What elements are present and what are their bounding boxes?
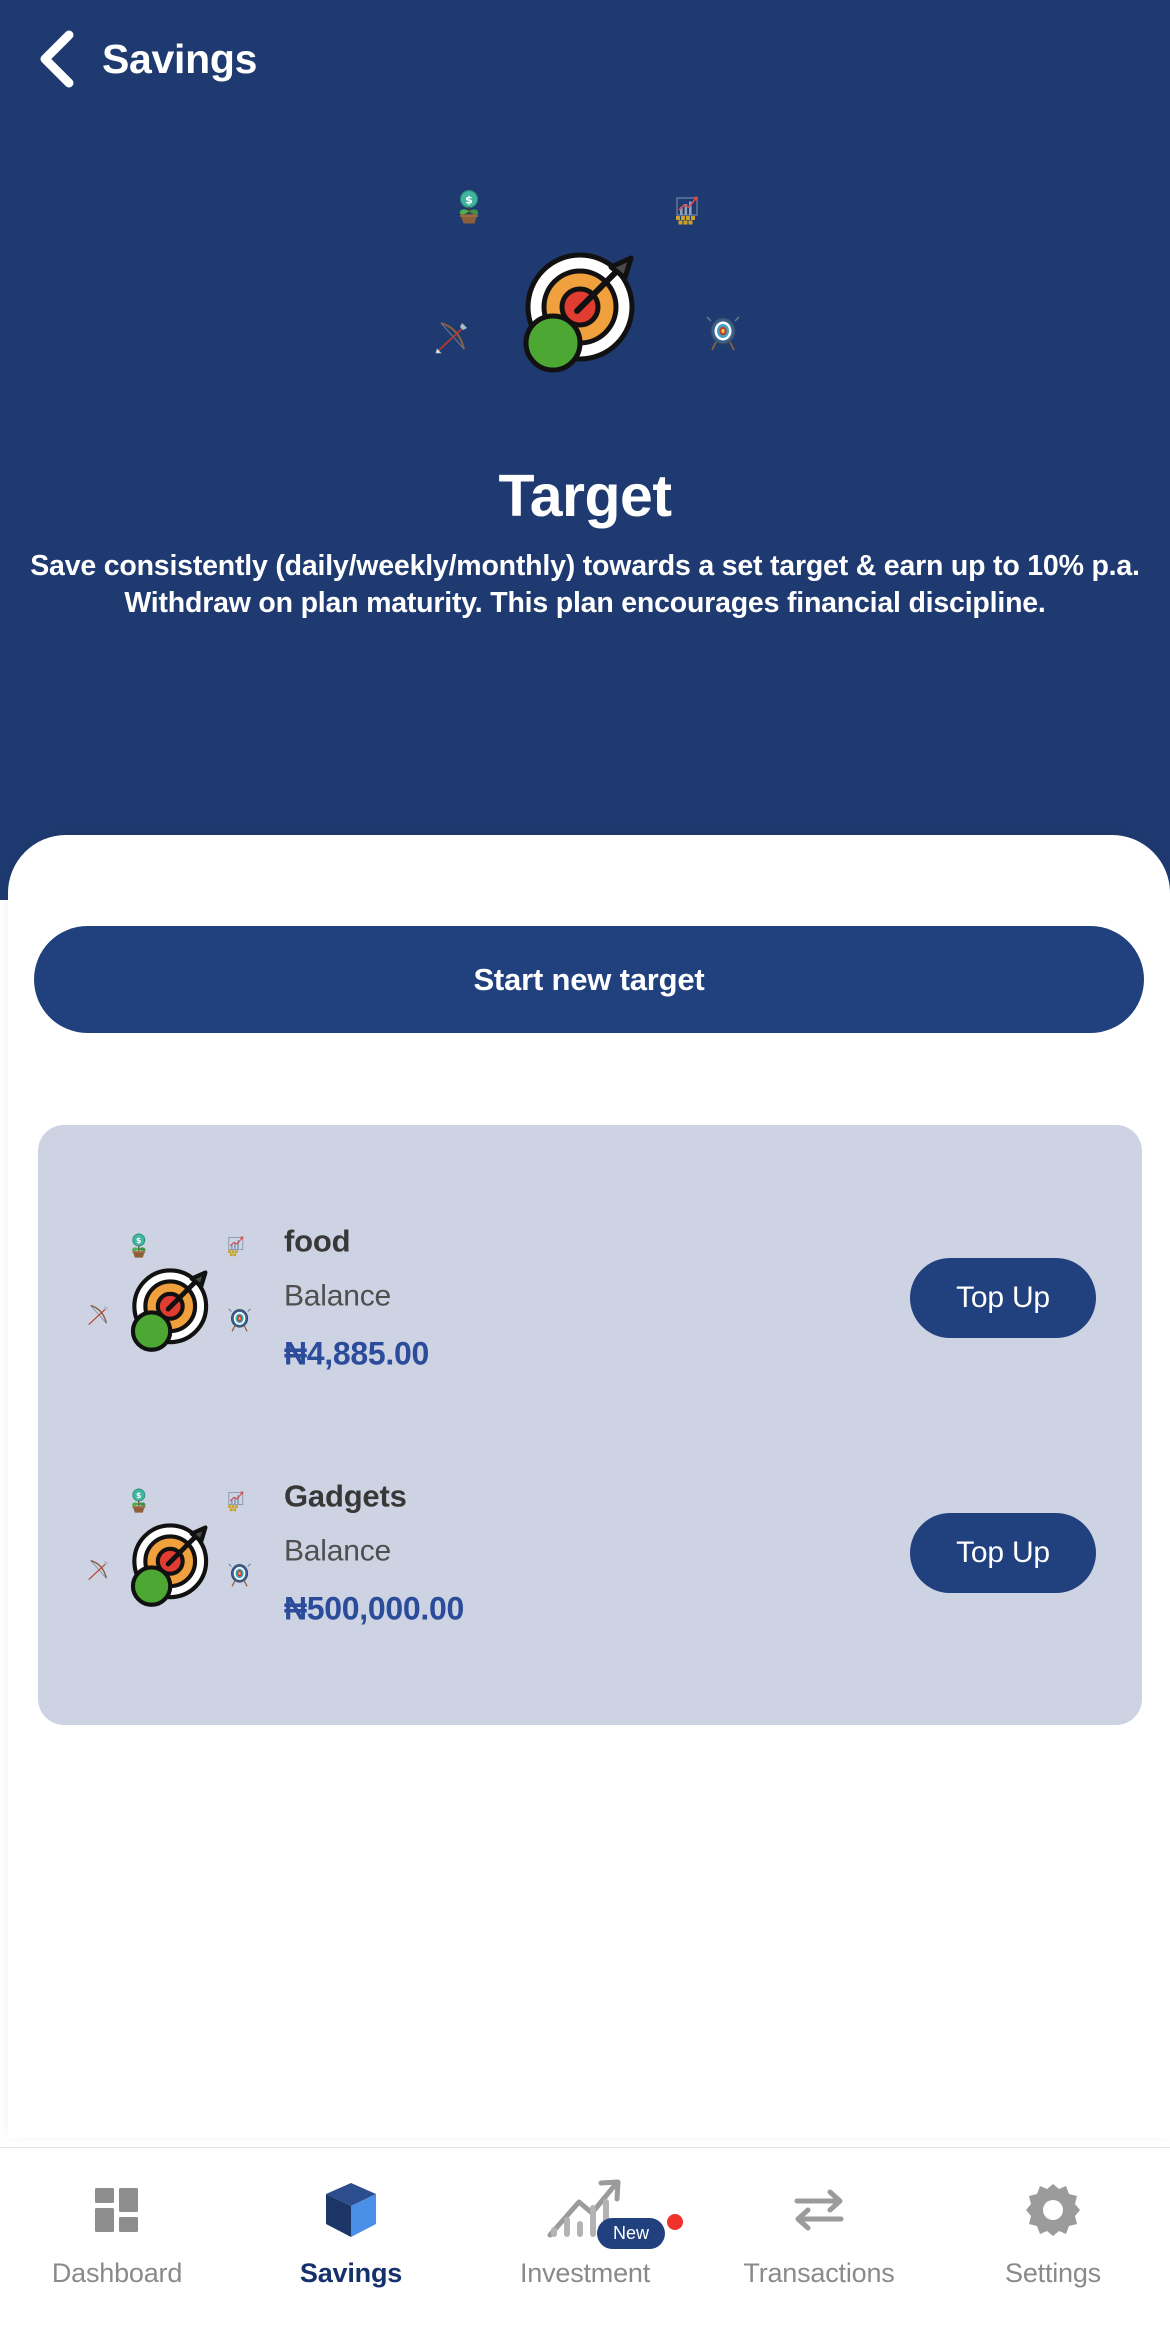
plan-illustration: $: [80, 1225, 280, 1370]
plan-name: Gadgets: [284, 1478, 407, 1513]
nav-item-transactions[interactable]: Transactions: [702, 2148, 936, 2339]
nav-item-dashboard[interactable]: Dashboard: [0, 2148, 234, 2339]
chevron-left-icon: [33, 29, 79, 89]
svg-text:$: $: [136, 1236, 142, 1245]
grid-dashboard-icon: [91, 2174, 143, 2246]
hero-title: Target: [498, 463, 672, 529]
top-up-button[interactable]: Top Up: [910, 1512, 1096, 1593]
svg-text:$: $: [465, 194, 473, 207]
start-new-target-button[interactable]: Start new target: [34, 926, 1144, 1033]
plan-balance-label: Balance: [284, 1279, 392, 1312]
plan-balance-value: ₦4,885.00: [284, 1335, 429, 1371]
hero-illustration: $: [420, 190, 750, 410]
back-button[interactable]: [14, 17, 98, 101]
nav-label-transactions: Transactions: [743, 2258, 895, 2288]
nav-item-savings[interactable]: Savings: [234, 2148, 468, 2339]
plan-info: food Balance ₦4,885.00: [284, 1223, 824, 1372]
nav-label-investment: Investment: [519, 2258, 651, 2288]
bar-chart-growth-icon: [673, 195, 705, 225]
plan-name: food: [284, 1223, 351, 1258]
nav-item-investment[interactable]: New Investment: [468, 2148, 702, 2339]
archery-target-icon: [706, 315, 740, 351]
plan-illustration: $: [80, 1480, 280, 1625]
growth-chart-icon: New: [545, 2174, 683, 2249]
bottom-navigation: Dashboard Savings New Investment Transac…: [0, 2147, 1170, 2338]
target-dartboard-icon: [513, 245, 648, 380]
swap-arrows-icon: [789, 2174, 849, 2246]
gear-icon: [1025, 2174, 1081, 2246]
page-title: Savings: [102, 35, 258, 82]
badge-dot-icon: [667, 2214, 683, 2230]
nav-label-settings: Settings: [1005, 2258, 1101, 2288]
nav-item-settings[interactable]: Settings: [936, 2148, 1170, 2339]
plan-balance-value: ₦500,000.00: [284, 1590, 464, 1626]
cube-savings-icon: [323, 2174, 379, 2246]
plan-info: Gadgets Balance ₦500,000.00: [284, 1478, 824, 1627]
top-up-button[interactable]: Top Up: [910, 1257, 1096, 1338]
hero-description: Save consistently (daily/weekly/monthly)…: [30, 550, 1140, 620]
hero-section: Savings $ Target Save consistently (dail…: [0, 0, 1170, 900]
nav-label-dashboard: Dashboard: [51, 2258, 183, 2288]
svg-text:$: $: [136, 1491, 142, 1500]
money-plant-icon: $: [454, 190, 484, 224]
plan-balance-label: Balance: [284, 1534, 392, 1567]
content-sheet: Start new target $ food Balance ₦4,885.0…: [8, 835, 1170, 2138]
top-bar: Savings: [0, 0, 1170, 118]
nav-label-savings: Savings: [299, 2258, 403, 2288]
savings-plan-card[interactable]: $: [38, 1380, 1142, 1725]
bow-and-arrow-icon: [434, 320, 468, 354]
new-badge: New: [597, 2218, 666, 2249]
